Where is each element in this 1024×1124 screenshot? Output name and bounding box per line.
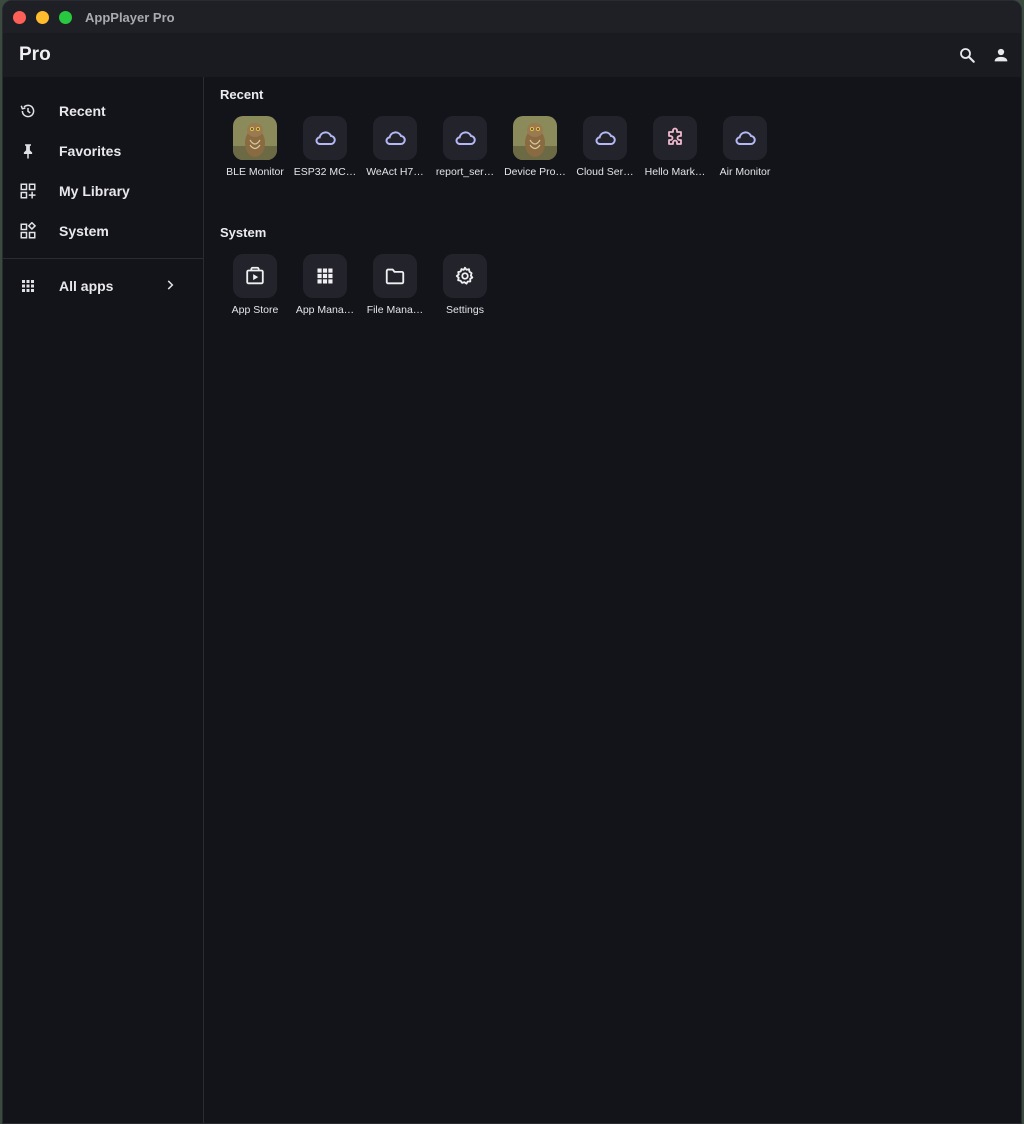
app-tile-ble-monitor[interactable]: BLE Monitor [220,116,290,178]
sidebar-item-favorites[interactable]: Favorites [3,131,203,171]
puzzle-icon [653,116,697,160]
app-tile-esp32[interactable]: ESP32 MC… [290,116,360,178]
app-tile-label: Cloud Ser… [576,166,634,178]
app-tile-label: File Mana… [366,304,424,316]
cloud-icon [443,116,487,160]
window-minimize-button[interactable] [36,10,49,24]
owl-image [513,116,557,160]
sidebar-item-my-library[interactable]: My Library [3,171,203,211]
app-tile-label: App Mana… [295,304,355,316]
sidebar: Recent Favorites My Library System All a… [3,77,204,1123]
app-tile-app-manager[interactable]: App Mana… [290,254,360,316]
library-icon [19,182,37,200]
sidebar-item-label: All apps [59,278,114,294]
system-apps-grid: App Store App Mana… File Mana… Settings [220,254,1021,316]
sidebar-item-recent[interactable]: Recent [3,91,203,131]
sidebar-item-all-apps[interactable]: All apps [3,266,203,306]
sidebar-item-label: Recent [59,103,106,119]
sidebar-divider [3,258,203,259]
sidebar-item-label: Favorites [59,143,122,159]
main-panel: Recent BLE Monitor ESP32 MC… WeAct H7… r… [204,77,1021,1123]
app-tile-label: BLE Monitor [226,166,284,178]
sidebar-item-system[interactable]: System [3,211,203,251]
app-tile-air-monitor[interactable]: Air Monitor [710,116,780,178]
gear-icon [443,254,487,298]
widgets-icon [19,222,37,240]
history-icon [19,102,37,120]
chevron-right-icon [163,278,177,292]
section-title-system: System [220,225,267,240]
app-tile-label: App Store [231,304,279,316]
title-bar: AppPlayer Pro [3,1,1021,33]
pin-icon [19,142,37,160]
cloud-icon [303,116,347,160]
cloud-icon [373,116,417,160]
app-tile-file-manager[interactable]: File Mana… [360,254,430,316]
apps-grid-icon [303,254,347,298]
app-tile-settings[interactable]: Settings [430,254,500,316]
app-tile-label: Air Monitor [719,166,771,178]
cloud-icon [583,116,627,160]
store-icon [233,254,277,298]
section-title-recent: Recent [220,87,264,102]
app-tile-weact[interactable]: WeAct H7… [360,116,430,178]
folder-icon [373,254,417,298]
app-tile-device-pro[interactable]: Device Pro… [500,116,570,178]
search-icon[interactable] [957,45,977,65]
grid-icon [19,277,37,295]
app-tile-label: WeAct H7… [366,166,424,178]
window-title: AppPlayer Pro [85,9,175,25]
recent-section: Recent BLE Monitor ESP32 MC… WeAct H7… r… [220,87,1021,178]
app-tile-cloud-server[interactable]: Cloud Ser… [570,116,640,178]
app-tile-report-server[interactable]: report_ser… [430,116,500,178]
owl-image [233,116,277,160]
cloud-icon [723,116,767,160]
app-tile-hello-markdown[interactable]: Hello Mark… [640,116,710,178]
window-close-button[interactable] [13,10,26,24]
app-tile-label: ESP32 MC… [293,166,357,178]
page-title: Pro [19,44,51,65]
person-icon[interactable] [991,45,1011,65]
recent-apps-grid: BLE Monitor ESP32 MC… WeAct H7… report_s… [220,116,1021,178]
system-section: System App Store App Mana… File Mana… Se… [220,225,1021,316]
app-tile-label: Device Pro… [504,166,566,178]
sidebar-item-label: System [59,223,109,239]
window-maximize-button[interactable] [59,10,72,24]
app-tile-label: Hello Mark… [644,166,706,178]
sidebar-item-label: My Library [59,183,130,199]
app-tile-label: report_ser… [435,166,495,178]
app-tile-label: Settings [446,304,484,316]
app-bar-actions [957,45,1011,65]
app-bar: Pro [3,33,1021,77]
content-area: Recent Favorites My Library System All a… [3,77,1021,1123]
app-tile-app-store[interactable]: App Store [220,254,290,316]
app-window: AppPlayer Pro Pro Recent Favorites My Li… [2,0,1022,1124]
